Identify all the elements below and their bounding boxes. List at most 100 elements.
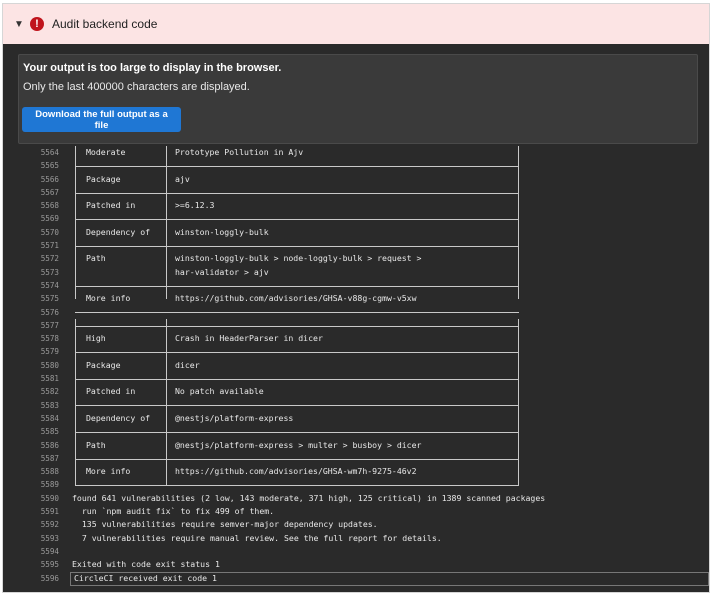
- output-too-large-notice: Your output is too large to display in t…: [18, 54, 698, 144]
- log-line: 5571: [3, 239, 709, 252]
- log-line: 5582 Patched in No patch available: [3, 385, 709, 398]
- log-line: 5586 Path @nestjs/platform-express > multe…: [3, 439, 709, 452]
- log-text: 135 vulnerabilities require semver-major…: [72, 519, 378, 530]
- table-key-cell: More info: [86, 466, 131, 477]
- line-number: 5572: [40, 254, 59, 264]
- table-value-cell: ajv: [175, 173, 190, 184]
- log-line: 5576: [3, 306, 709, 319]
- log-line: 5565: [3, 159, 709, 172]
- log-line: 5594: [3, 545, 709, 558]
- line-number: 5575: [40, 294, 59, 304]
- notice-subtitle: Only the last 400000 characters are disp…: [23, 81, 250, 93]
- table-key-cell: Path: [86, 253, 106, 264]
- line-number: 5569: [40, 214, 59, 224]
- table-value-cell: winston-loggly-bulk: [175, 226, 269, 237]
- table-key-cell: Package: [86, 173, 121, 184]
- log-line: 5593 7 vulnerabilities require manual re…: [3, 532, 709, 545]
- log-line: 5567: [3, 186, 709, 199]
- fail-icon: !: [30, 17, 44, 31]
- log-line: 5579: [3, 345, 709, 358]
- table-value-cell: @nestjs/platform-express: [175, 412, 294, 423]
- log-line: 5585: [3, 425, 709, 438]
- table-value-cell: winston-loggly-bulk > node-loggly-bulk >…: [175, 253, 422, 264]
- line-number: 5567: [40, 187, 59, 197]
- step-title: Audit backend code: [52, 17, 158, 31]
- table-key-cell: Moderate: [86, 147, 126, 157]
- line-number: 5588: [40, 467, 59, 477]
- line-number: 5591: [40, 507, 59, 517]
- log-line: 5595 Exited with code exit status 1: [3, 558, 709, 571]
- table-key-cell: Path: [86, 439, 106, 450]
- line-number: 5580: [40, 360, 59, 370]
- line-number: 5573: [40, 267, 59, 277]
- log-line: 5577: [3, 319, 709, 332]
- table-key-cell: High: [86, 333, 106, 344]
- table-key-cell: Dependency of: [86, 226, 151, 237]
- line-number: 5590: [40, 493, 59, 503]
- line-number: 5584: [40, 413, 59, 423]
- table-value-cell: No patch available: [175, 386, 264, 397]
- line-number: 5568: [40, 201, 59, 211]
- line-number: 5589: [40, 480, 59, 490]
- line-number: 5592: [40, 520, 59, 530]
- log-output: 5564 Moderate Prototype Pollution in Ajv 55…: [3, 146, 709, 586]
- log-text: found 641 vulnerabilities (2 low, 143 mo…: [72, 492, 546, 503]
- log-line: 5587: [3, 452, 709, 465]
- log-line: 5564 Moderate Prototype Pollution in Ajv: [3, 146, 709, 159]
- log-line: 5572 Path winston-loggly-bulk > node-loggl…: [3, 252, 709, 265]
- line-number: 5576: [40, 307, 59, 317]
- log-line: 5569: [3, 212, 709, 225]
- log-line: 5596 CircleCI received exit code 1: [3, 571, 709, 586]
- table-value-cell: Prototype Pollution in Ajv: [175, 147, 304, 157]
- caret-down-icon[interactable]: ▼: [8, 19, 30, 30]
- table-key-cell: Patched in: [86, 386, 136, 397]
- log-text: CircleCI received exit code 1: [74, 572, 217, 583]
- line-number: 5594: [40, 546, 59, 556]
- line-number: 5570: [40, 227, 59, 237]
- download-output-button[interactable]: Download the full output as a file: [22, 107, 181, 132]
- log-line: 5575 More info https://github.com/advisori…: [3, 292, 709, 305]
- table-value-cell: https://github.com/advisories/GHSA-v88g-…: [175, 293, 417, 304]
- line-number: 5595: [40, 560, 59, 570]
- line-number: 5586: [40, 440, 59, 450]
- log-line: 5574: [3, 279, 709, 292]
- table-value-cell: >=6.12.3: [175, 200, 215, 211]
- log-line: 5589: [3, 478, 709, 491]
- line-number: 5564: [40, 148, 59, 157]
- line-number: 5571: [40, 241, 59, 251]
- line-number: 5579: [40, 347, 59, 357]
- table-value-cell: @nestjs/platform-express > multer > busb…: [175, 439, 422, 450]
- table-key-cell: Dependency of: [86, 412, 151, 423]
- line-number: 5566: [40, 174, 59, 184]
- table-value-cell: dicer: [175, 359, 200, 370]
- table-key-cell: Patched in: [86, 200, 136, 211]
- line-number: 5593: [40, 533, 59, 543]
- log-line: 5573 har-validator > ajv: [3, 266, 709, 279]
- table-value-cell: har-validator > ajv: [175, 266, 269, 277]
- notice-title: Your output is too large to display in t…: [23, 62, 282, 74]
- table-key-cell: More info: [86, 293, 131, 304]
- step-header[interactable]: ▼ ! Audit backend code: [3, 4, 709, 44]
- log-line: 5588 More info https://github.com/advisori…: [3, 465, 709, 478]
- log-line: 5580 Package dicer: [3, 359, 709, 372]
- log-text: 7 vulnerabilities require manual review.…: [72, 532, 442, 543]
- line-number: 5578: [40, 334, 59, 344]
- line-number: 5581: [40, 374, 59, 384]
- step-panel: ▼ ! Audit backend code Your output is to…: [2, 3, 710, 593]
- line-number: 5574: [40, 280, 59, 290]
- table-key-cell: Package: [86, 359, 121, 370]
- log-line: 5590 found 641 vulnerabilities (2 low, 14…: [3, 492, 709, 505]
- line-number: 5587: [40, 453, 59, 463]
- line-number: 5565: [40, 161, 59, 171]
- log-line: 5568 Patched in >=6.12.3: [3, 199, 709, 212]
- table-value-cell: Crash in HeaderParser in dicer: [175, 333, 323, 344]
- line-number: 5582: [40, 387, 59, 397]
- log-line: 5592 135 vulnerabilities require semver-…: [3, 518, 709, 531]
- line-number: 5583: [40, 400, 59, 410]
- log-line: 5583: [3, 399, 709, 412]
- log-line: 5591 run `npm audit fix` to fix 499 of t…: [3, 505, 709, 518]
- log-line: 5570 Dependency of winston-loggly-bulk: [3, 226, 709, 239]
- line-number: 5596: [40, 573, 59, 583]
- log-text: run `npm audit fix` to fix 499 of them.: [72, 506, 275, 517]
- table-value-cell: https://github.com/advisories/GHSA-wm7h-…: [175, 466, 417, 477]
